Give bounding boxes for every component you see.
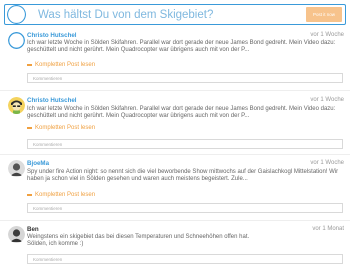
read-more-link[interactable]: Kompletten Post lesen bbox=[27, 62, 95, 68]
comment-input[interactable] bbox=[27, 73, 343, 83]
comment-input[interactable] bbox=[27, 203, 343, 213]
comment-input[interactable] bbox=[27, 139, 343, 149]
divider bbox=[0, 90, 350, 91]
dash-icon bbox=[27, 127, 32, 129]
post-time: vor 1 Woche bbox=[310, 97, 344, 103]
post-text: Spy under fire Action night: so nennt si… bbox=[27, 169, 339, 183]
divider bbox=[0, 220, 350, 221]
author-avatar-icon bbox=[8, 226, 25, 243]
user-avatar-icon bbox=[7, 5, 26, 24]
read-more-link[interactable]: Kompletten Post lesen bbox=[27, 192, 95, 198]
author-avatar-icon bbox=[8, 160, 25, 177]
compose-bar: Post it now bbox=[4, 4, 346, 25]
post-author[interactable]: BjoeMa bbox=[27, 160, 49, 167]
post-text: Ich war letzte Woche in Sölden Skifahren… bbox=[27, 40, 336, 54]
author-avatar-icon bbox=[8, 97, 25, 114]
post-author[interactable]: Ben bbox=[27, 226, 39, 233]
post-text: Ich war letzte Woche in Sölden Skifahren… bbox=[27, 106, 336, 120]
divider bbox=[0, 154, 350, 155]
post-time: vor 1 Monat bbox=[312, 226, 344, 232]
post-author[interactable]: Christo Hutschel bbox=[27, 32, 77, 39]
read-more-label: Kompletten Post lesen bbox=[35, 192, 96, 198]
post-time: vor 1 Woche bbox=[310, 32, 344, 38]
author-avatar-icon bbox=[8, 32, 25, 49]
comment-input[interactable] bbox=[27, 254, 343, 264]
dash-icon bbox=[27, 64, 32, 66]
read-more-link[interactable]: Kompletten Post lesen bbox=[27, 125, 95, 131]
dash-icon bbox=[27, 194, 32, 196]
compose-input[interactable] bbox=[38, 5, 306, 24]
post-button[interactable]: Post it now bbox=[306, 7, 342, 22]
post-text: Weingstens ein skigebiet das bei diesen … bbox=[27, 234, 250, 248]
post-author[interactable]: Christo Hutschel bbox=[27, 97, 77, 104]
read-more-label: Kompletten Post lesen bbox=[35, 125, 96, 131]
read-more-label: Kompletten Post lesen bbox=[35, 62, 96, 68]
post-time: vor 1 Woche bbox=[310, 160, 344, 166]
